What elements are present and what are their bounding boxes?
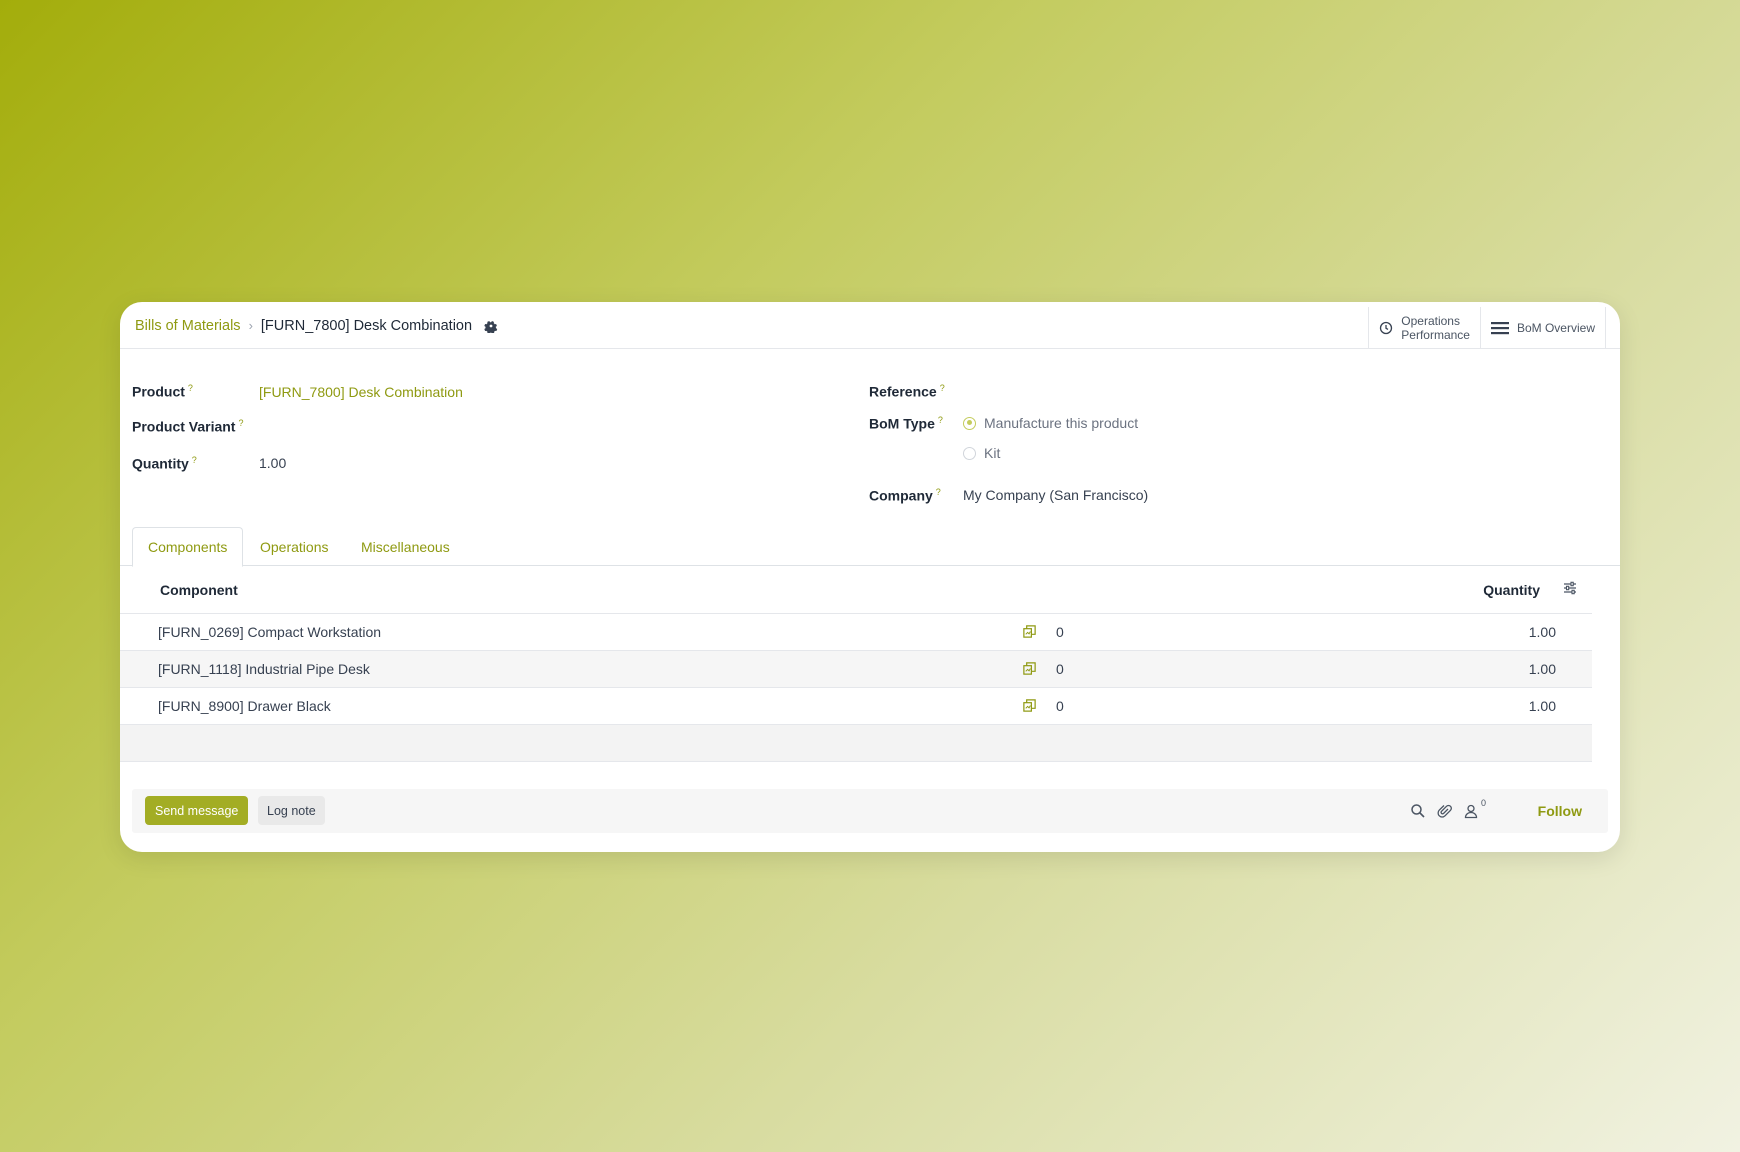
breadcrumb-bills-of-materials[interactable]: Bills of Materials: [135, 318, 241, 334]
tab-components[interactable]: Components: [132, 527, 244, 567]
help-tooltip-icon[interactable]: ?: [192, 455, 197, 465]
table-header: Component Quantity: [120, 566, 1592, 614]
component-quantity: 1.00: [1528, 698, 1556, 714]
table-row[interactable]: [FURN_1118] Industrial Pipe Desk 0 1.00: [120, 651, 1592, 688]
component-quantity: 1.00: [1528, 624, 1556, 640]
followers-icon[interactable]: [1463, 803, 1479, 819]
components-table: Component Quantity [FURN_0269] Compact W…: [120, 566, 1592, 762]
company-field[interactable]: My Company (San Francisco): [963, 487, 1148, 503]
company-label-text: Company: [869, 487, 933, 504]
breadcrumb: Bills of Materials › [FURN_7800] Desk Co…: [135, 302, 498, 349]
quantity-label-text: Quantity: [132, 455, 189, 472]
tab-operations[interactable]: Operations: [245, 527, 343, 566]
bom-type-option-kit-label: Kit: [984, 445, 1001, 461]
help-tooltip-icon[interactable]: ?: [238, 418, 243, 428]
component-availability: 0: [1056, 624, 1064, 640]
hamburger-menu-icon: [1490, 321, 1509, 334]
reference-label-text: Reference: [869, 383, 937, 400]
reference-field[interactable]: [963, 380, 1583, 404]
bom-form-window: Bills of Materials › [FURN_7800] Desk Co…: [120, 302, 1620, 852]
product-label: Product?: [132, 383, 193, 400]
chatter-bar: Send message Log note 0 Follow: [132, 789, 1608, 833]
operations-performance-line1: Operations: [1401, 313, 1460, 328]
bom-type-option-manufacture-label: Manufacture this product: [984, 415, 1139, 431]
search-icon[interactable]: [1410, 803, 1426, 819]
product-label-text: Product: [132, 383, 185, 400]
help-tooltip-icon[interactable]: ?: [940, 383, 945, 393]
forecast-report-icon[interactable]: [1022, 624, 1037, 639]
component-availability: 0: [1056, 698, 1064, 714]
radio-selected-icon: [963, 416, 976, 430]
bom-overview-label: BoM Overview: [1516, 320, 1595, 335]
operations-performance-button[interactable]: Operations Performance: [1368, 307, 1480, 348]
component-name: [FURN_0269] Compact Workstation: [158, 624, 382, 640]
company-label: Company?: [869, 487, 941, 504]
control-panel: Bills of Materials › [FURN_7800] Desk Co…: [120, 302, 1620, 349]
help-tooltip-icon[interactable]: ?: [938, 415, 943, 425]
gear-icon[interactable]: [484, 319, 498, 333]
product-variant-label: Product Variant?: [132, 418, 243, 435]
clock-icon: [1380, 321, 1393, 334]
log-note-button[interactable]: Log note: [258, 796, 325, 825]
forecast-report-icon[interactable]: [1022, 698, 1037, 713]
column-header-component[interactable]: Component: [160, 582, 238, 598]
paperclip-icon[interactable]: [1437, 803, 1453, 819]
column-header-quantity[interactable]: Quantity: [1483, 582, 1540, 598]
background: Bills of Materials › [FURN_7800] Desk Co…: [0, 0, 1740, 1152]
tab-miscellaneous[interactable]: Miscellaneous: [346, 527, 465, 566]
component-name: [FURN_1118] Industrial Pipe Desk: [158, 661, 370, 677]
table-row[interactable]: [FURN_8900] Drawer Black 0 1.00: [120, 688, 1592, 725]
quantity-field[interactable]: 1.00: [259, 455, 286, 471]
send-message-button[interactable]: Send message: [145, 796, 249, 825]
followers-count: 0: [1481, 798, 1487, 808]
bom-type-label: BoM Type?: [869, 415, 943, 432]
follow-button[interactable]: Follow: [1538, 803, 1582, 819]
product-variant-field[interactable]: [259, 414, 819, 438]
help-tooltip-icon[interactable]: ?: [188, 383, 193, 393]
breadcrumb-current-record: [FURN_7800] Desk Combination: [260, 317, 473, 334]
operations-performance-line2: Performance: [1401, 327, 1470, 342]
chevron-right-icon: ›: [248, 318, 253, 333]
product-field[interactable]: [FURN_7800] Desk Combination: [259, 384, 463, 400]
reference-label: Reference?: [869, 383, 945, 400]
bom-type-label-text: BoM Type: [869, 415, 935, 432]
bom-type-option-kit[interactable]: Kit: [963, 445, 1000, 461]
component-quantity: 1.00: [1528, 661, 1556, 677]
notebook-tabs: Components Operations Miscellaneous: [120, 527, 1620, 567]
quantity-label: Quantity?: [132, 455, 197, 472]
product-variant-label-text: Product Variant: [132, 418, 236, 435]
optional-columns-icon[interactable]: [1562, 580, 1578, 596]
smart-buttons: Operations Performance BoM Overview: [1368, 307, 1606, 348]
forecast-report-icon[interactable]: [1022, 661, 1037, 676]
table-empty-row: [120, 725, 1592, 762]
component-availability: 0: [1056, 661, 1064, 677]
component-name: [FURN_8900] Drawer Black: [158, 698, 331, 714]
radio-unselected-icon: [963, 446, 976, 460]
bom-type-option-manufacture[interactable]: Manufacture this product: [963, 415, 1138, 431]
help-tooltip-icon[interactable]: ?: [936, 487, 941, 497]
table-row[interactable]: [FURN_0269] Compact Workstation 0 1.00: [120, 614, 1592, 651]
bom-overview-button[interactable]: BoM Overview: [1479, 307, 1606, 348]
